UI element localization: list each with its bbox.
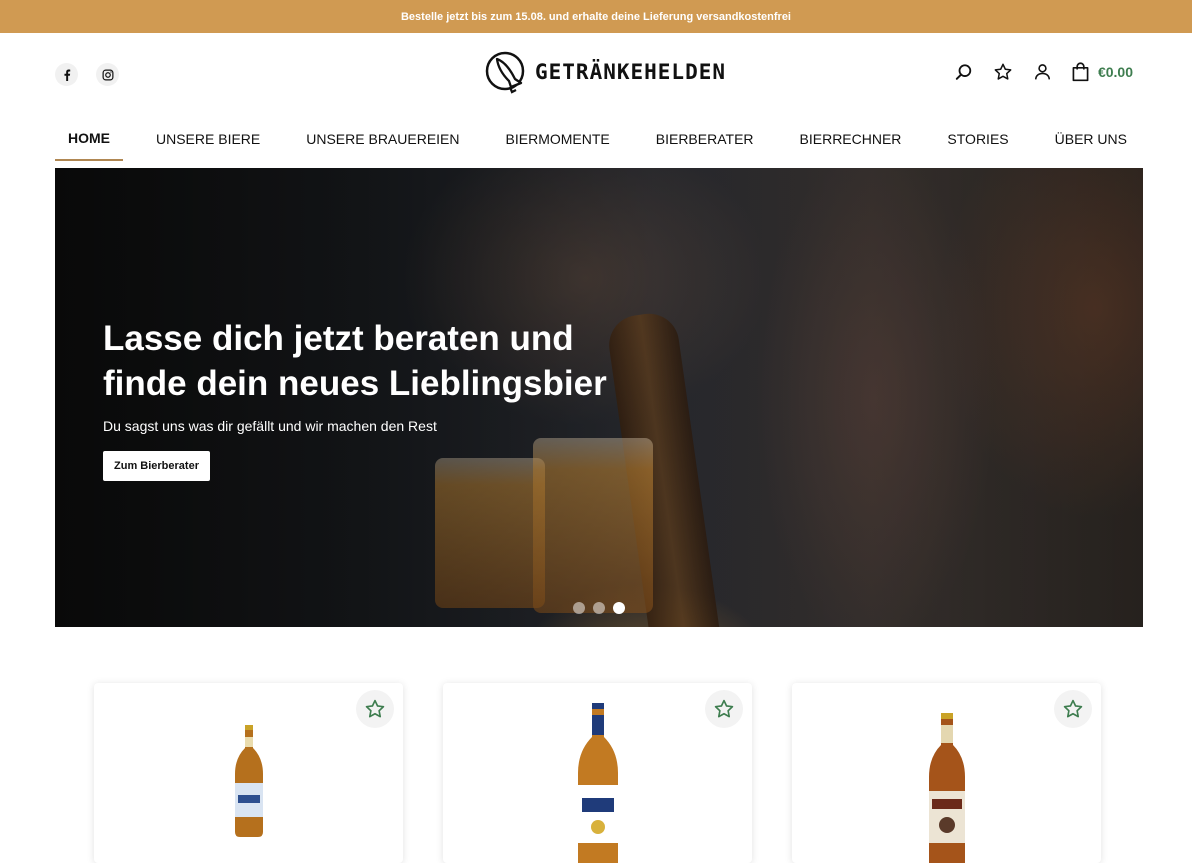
add-to-wishlist-button[interactable] [356, 690, 394, 728]
header-actions: €0.00 [954, 61, 1133, 82]
nav-item-biermomente[interactable]: BIERMOMENTE [493, 117, 623, 161]
beer-bottle-image [235, 725, 263, 837]
site-header: GETRÄNKEHELDEN €0.00 [0, 33, 1192, 117]
logo-text: GETRÄNKEHELDEN [535, 60, 727, 84]
bell-logo-icon [485, 51, 525, 94]
nav-item-bierberater[interactable]: BIERBERATER [643, 117, 767, 161]
star-outline-icon [714, 699, 734, 718]
slider-dot-1[interactable] [573, 602, 585, 614]
search-icon [956, 63, 972, 80]
star-outline-icon [365, 699, 385, 718]
hero-subtitle: Du sagst uns was dir gefällt und wir mac… [103, 418, 437, 434]
hero-slider: Lasse dich jetzt beraten und finde dein … [55, 168, 1143, 627]
wishlist-button[interactable] [993, 61, 1014, 82]
nav-item-stories[interactable]: STORIES [934, 117, 1021, 161]
hero-title: Lasse dich jetzt beraten und finde dein … [103, 319, 607, 403]
product-card[interactable] [94, 683, 403, 863]
nav-item-ueber-uns[interactable]: ÜBER UNS [1042, 117, 1140, 161]
nav-item-unsere-biere[interactable]: UNSERE BIERE [143, 117, 273, 161]
product-list [94, 683, 1101, 863]
nav-item-home[interactable]: HOME [55, 117, 123, 161]
nav-item-unsere-brauereien[interactable]: UNSERE BRAUEREIEN [293, 117, 472, 161]
slider-dot-3[interactable] [613, 602, 625, 614]
beer-bottle-image [578, 703, 618, 863]
add-to-wishlist-button[interactable] [1054, 690, 1092, 728]
account-button[interactable] [1032, 61, 1053, 82]
slider-dots [573, 602, 625, 614]
main-nav: HOME UNSERE BIERE UNSERE BRAUEREIEN BIER… [55, 117, 1140, 161]
search-button[interactable] [954, 61, 975, 82]
cart-total: €0.00 [1097, 63, 1133, 80]
bierberater-button[interactable]: Zum Bierberater [103, 451, 210, 481]
product-card[interactable] [443, 683, 752, 863]
hero-content: Lasse dich jetzt beraten und finde dein … [103, 316, 663, 481]
user-icon [1034, 64, 1050, 80]
add-to-wishlist-button[interactable] [705, 690, 743, 728]
shopping-bag-icon [1072, 62, 1089, 81]
promo-bar: Bestelle jetzt bis zum 15.08. und erhalt… [0, 0, 1192, 33]
nav-item-bierrechner[interactable]: BIERRECHNER [787, 117, 915, 161]
social-links [55, 63, 119, 86]
product-card[interactable] [792, 683, 1101, 863]
facebook-icon [63, 69, 70, 81]
instagram-icon [102, 69, 113, 80]
beer-bottle-image [929, 713, 965, 863]
cart-button[interactable]: €0.00 [1071, 62, 1133, 82]
star-icon [995, 63, 1012, 80]
site-logo[interactable]: GETRÄNKEHELDEN [485, 49, 726, 95]
facebook-link[interactable] [55, 63, 78, 86]
slider-dot-2[interactable] [593, 602, 605, 614]
star-outline-icon [1063, 699, 1083, 718]
promo-text: Bestelle jetzt bis zum 15.08. und erhalt… [400, 10, 791, 23]
instagram-link[interactable] [96, 63, 119, 86]
